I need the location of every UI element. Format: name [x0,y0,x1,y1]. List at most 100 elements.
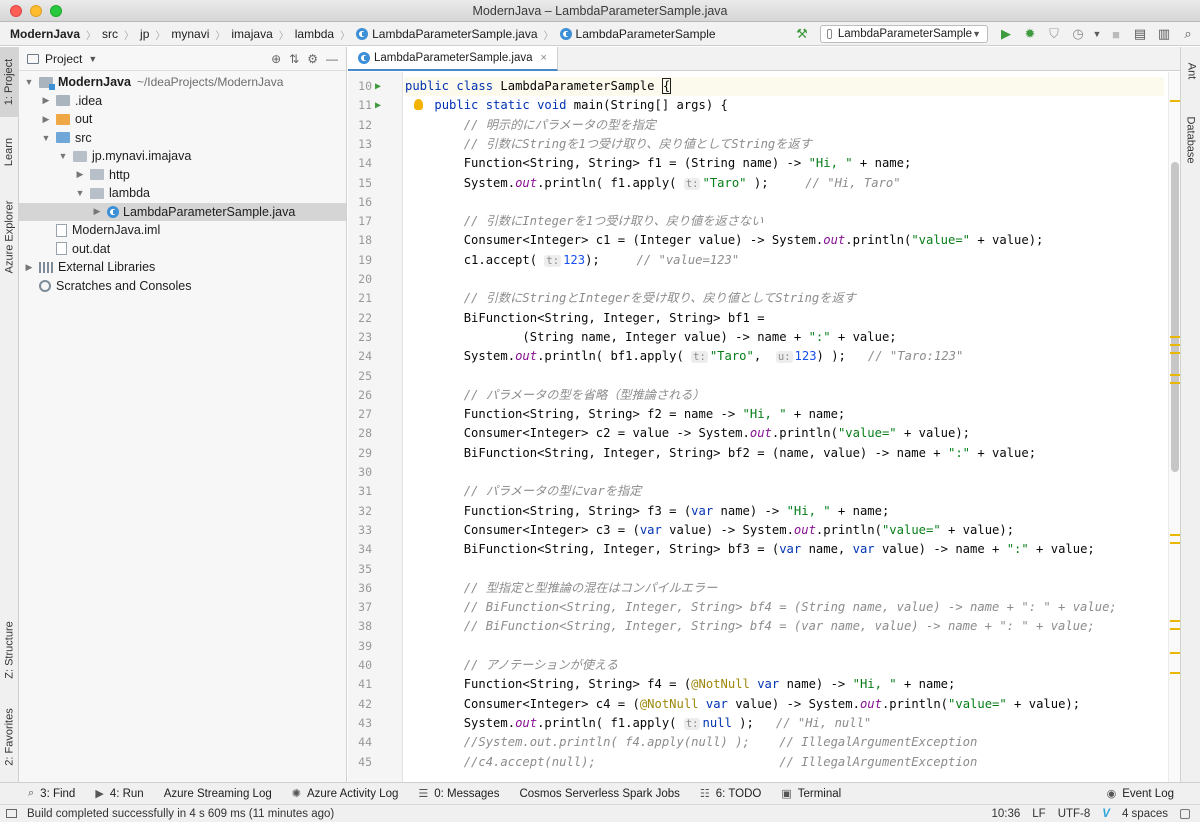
warning-marker[interactable] [1170,344,1180,346]
code-line[interactable]: System.out.println( bf1.apply( t: "Taro",… [404,347,1164,366]
code-line[interactable]: // アノテーションが使える [404,656,1164,675]
code-line[interactable]: Consumer<Integer> c2 = value -> System.o… [404,424,1164,443]
warning-marker[interactable] [1170,652,1180,654]
tool-window-button[interactable]: ✺ Azure Activity Log [292,787,399,801]
warning-marker[interactable] [1170,100,1180,102]
tree-item[interactable]: ▶ out [19,110,346,129]
tool-window-button[interactable]: ⌕ 3: Find [28,787,75,800]
line-number[interactable]: 39 [348,637,403,656]
warning-marker[interactable] [1170,382,1180,384]
line-number[interactable]: 32 [348,502,403,521]
stop-icon[interactable]: ■ [1106,24,1126,44]
line-number[interactable]: 19 [348,251,403,270]
expand-arrow-right-icon[interactable]: ▶ [91,206,103,217]
code-line[interactable] [404,463,1164,482]
line-number[interactable]: 42 [348,695,403,714]
line-number[interactable]: 15 [348,174,403,193]
coverage-icon[interactable]: ⛉ [1044,24,1064,44]
line-number[interactable]: 10 ▶ [348,77,403,96]
code-line[interactable]: //c4.accept(null); // IllegalArgumentExc… [404,753,1164,772]
run-gutter-icon[interactable]: ▶ [375,77,381,96]
project-structure-icon[interactable]: ▤ [1130,24,1150,44]
expand-arrow-down-icon[interactable]: ▼ [23,77,35,87]
line-number[interactable]: 21 [348,289,403,308]
chevron-down-icon[interactable]: ▼ [88,54,97,64]
expand-arrow-right-icon[interactable]: ▶ [74,169,86,180]
code-line[interactable]: // BiFunction<String, Integer, String> b… [404,598,1164,617]
code-line[interactable]: Function<String, String> f2 = name -> "H… [404,405,1164,424]
code-line[interactable]: //System.out.println( f4.apply(null) ); … [404,733,1164,752]
line-number[interactable]: 18 [348,231,403,250]
file-encoding[interactable]: UTF-8 [1058,808,1091,820]
tool-window-button[interactable]: ▣ Terminal [781,787,841,801]
line-number[interactable]: 36 [348,579,403,598]
warning-marker[interactable] [1170,620,1180,622]
warning-marker[interactable] [1170,542,1180,544]
line-number[interactable]: 29 [348,444,403,463]
line-number[interactable]: 23 [348,328,403,347]
run-icon[interactable]: ▶ [996,24,1016,44]
intention-bulb-icon[interactable] [414,99,423,111]
line-number[interactable]: 43 [348,714,403,733]
breadcrumb-item[interactable]: imajava [231,27,272,41]
code-lines[interactable]: public class LambdaParameterSample { pub… [404,72,1164,782]
line-separator[interactable]: LF [1032,808,1045,820]
tab-ant[interactable]: Ant [1181,51,1200,91]
locate-target-icon[interactable]: ⊕ [271,52,281,66]
debug-icon[interactable]: ✹ [1020,24,1040,44]
tab-azure-explorer[interactable]: Azure Explorer [0,187,19,287]
build-hammer-icon[interactable]: ⚒ [792,24,812,44]
line-number[interactable]: 13 [348,135,403,154]
profile-icon[interactable]: ◷ [1068,24,1088,44]
warning-marker[interactable] [1170,352,1180,354]
lock-icon[interactable] [1180,808,1190,819]
code-line[interactable]: public static void main(String[] args) { [404,96,1164,115]
line-number[interactable]: 27 [348,405,403,424]
code-line[interactable]: BiFunction<String, Integer, String> bf1 … [404,309,1164,328]
line-number[interactable]: 40 [348,656,403,675]
warning-marker[interactable] [1170,672,1180,674]
tab-project[interactable]: 1: Project [0,47,19,117]
code-line[interactable]: public class LambdaParameterSample { [404,77,1164,97]
line-number[interactable]: 30 [348,463,403,482]
code-line[interactable]: Consumer<Integer> c4 = (@NotNull var val… [404,695,1164,714]
line-number[interactable]: 31 [348,482,403,501]
breadcrumb-item[interactable]: lambda [295,27,334,41]
line-number[interactable]: 34 [348,540,403,559]
code-line[interactable]: // 型指定と型推論の混在はコンパイルエラー [404,579,1164,598]
sdk-icon[interactable]: ▥ [1154,24,1174,44]
line-number[interactable]: 45 [348,753,403,772]
code-line[interactable] [404,193,1164,212]
expand-arrow-right-icon[interactable]: ▶ [40,114,52,125]
line-number[interactable]: 25 [348,367,403,386]
line-number[interactable]: 14 [348,154,403,173]
code-line[interactable] [404,367,1164,386]
breadcrumb-item[interactable]: ModernJava [10,27,80,41]
code-line[interactable]: System.out.println( f1.apply( t: null ); … [404,714,1164,733]
expand-arrow-down-icon[interactable]: ▼ [40,133,52,143]
line-number[interactable]: 38 [348,617,403,636]
status-message[interactable]: Build completed successfully in 4 s 609 … [6,808,334,820]
tree-item[interactable]: ▶ External Libraries [19,258,346,277]
expand-arrow-right-icon[interactable]: ▶ [23,262,35,273]
line-number[interactable]: 17 [348,212,403,231]
code-line[interactable] [404,270,1164,289]
tool-window-button[interactable]: Azure Streaming Log [164,788,272,800]
code-line[interactable]: BiFunction<String, Integer, String> bf2 … [404,444,1164,463]
breadcrumb-item[interactable]: src [102,27,118,41]
line-number[interactable]: 41 [348,675,403,694]
line-number[interactable]: 28 [348,424,403,443]
code-line[interactable]: // 引数にIntegerを1つ受け取り、戻り値を返さない [404,212,1164,231]
search-icon[interactable]: ⌕ [1178,24,1198,44]
tab-learn[interactable]: Learn [0,127,19,177]
line-number[interactable]: 26 [348,386,403,405]
run-configuration-select[interactable]: LambdaParameterSample ▼ [820,25,988,43]
code-line[interactable]: BiFunction<String, Integer, String> bf3 … [404,540,1164,559]
tool-window-button[interactable]: Cosmos Serverless Spark Jobs [519,788,679,800]
line-number[interactable]: 33 [348,521,403,540]
indent-setting[interactable]: 4 spaces [1122,808,1168,820]
code-line[interactable]: Consumer<Integer> c1 = (Integer value) -… [404,231,1164,250]
expand-arrow-right-icon[interactable]: ▶ [40,95,52,106]
tree-item[interactable]: ▶ http [19,166,346,185]
warning-marker[interactable] [1170,534,1180,536]
